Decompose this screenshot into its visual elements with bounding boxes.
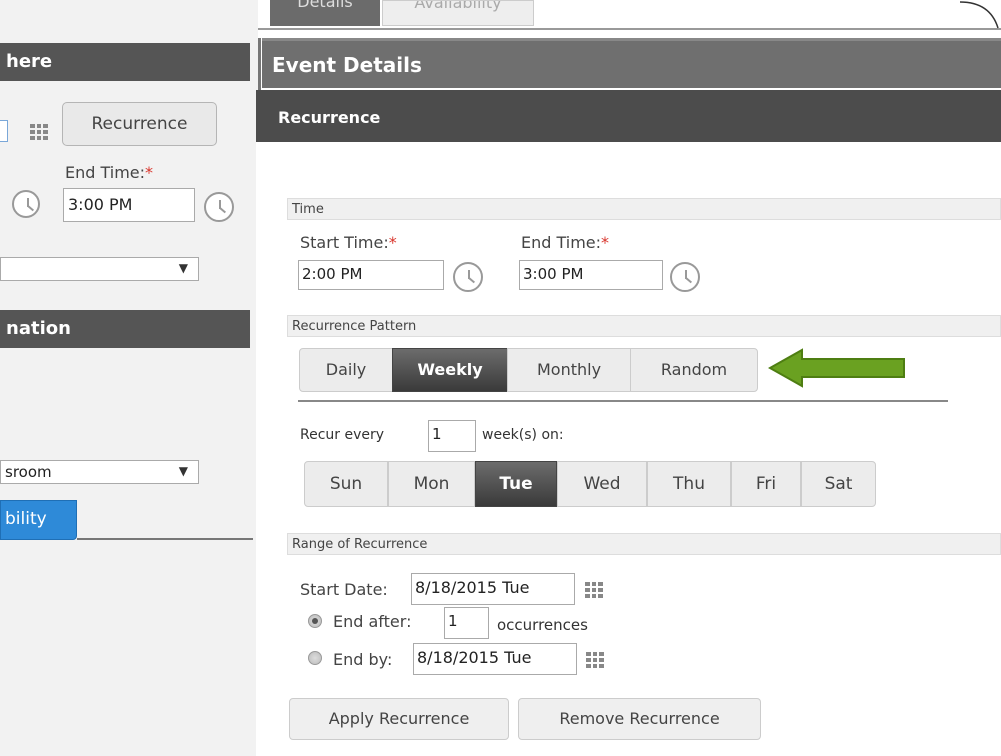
pattern-monthly-button[interactable]: Monthly <box>507 348 631 392</box>
required-mark: * <box>601 233 610 252</box>
remove-recurrence-button[interactable]: Remove Recurrence <box>518 698 761 740</box>
recurrence-button[interactable]: Recurrence <box>62 102 217 146</box>
end-after-input[interactable]: 1 <box>444 607 489 639</box>
day-tue-button[interactable]: Tue <box>475 461 557 507</box>
divider <box>77 538 253 540</box>
dropdown-arrow-icon: ▼ <box>178 464 188 478</box>
recur-every-input[interactable]: 1 <box>428 420 476 452</box>
occurrences-label: occurrences <box>497 616 588 634</box>
day-mon-button[interactable]: Mon <box>388 461 475 507</box>
window-corner <box>960 1 999 29</box>
event-details-header: Event Details <box>262 38 1001 88</box>
clock-icon[interactable] <box>204 192 234 222</box>
time-section-header: Time <box>287 198 1001 220</box>
apply-recurrence-button[interactable]: Apply Recurrence <box>289 698 509 740</box>
end-time-input[interactable]: 3:00 PM <box>519 260 663 290</box>
start-date-input[interactable]: 8/18/2015 Tue <box>411 573 575 605</box>
availability-tab[interactable]: bility <box>0 500 77 540</box>
clock-icon[interactable] <box>670 262 700 292</box>
recur-every-label: Recur every <box>300 427 385 443</box>
end-after-label: End after: <box>333 612 412 631</box>
room-select-value: sroom <box>5 463 52 481</box>
start-time-label: Start Time:* <box>300 233 397 252</box>
end-by-label: End by: <box>333 650 393 669</box>
end-time-label: End Time:* <box>521 233 609 252</box>
pattern-random-button[interactable]: Random <box>630 348 758 392</box>
clock-icon[interactable] <box>12 190 40 218</box>
end-time-label-text: End Time: <box>65 163 146 182</box>
calendar-icon[interactable] <box>30 124 48 140</box>
clock-icon[interactable] <box>453 262 483 292</box>
recurrence-dialog-title: Recurrence <box>256 90 1001 142</box>
start-time-input[interactable]: 2:00 PM <box>298 260 444 290</box>
day-fri-button[interactable]: Fri <box>731 461 801 507</box>
range-of-recurrence-header: Range of Recurrence <box>287 533 1001 555</box>
recurrence-pattern-header: Recurrence Pattern <box>287 315 1001 337</box>
end-time-input[interactable]: 3:00 PM <box>63 188 195 222</box>
divider <box>258 28 1001 30</box>
information-section-header: nation <box>0 310 250 348</box>
end-by-input[interactable]: 8/18/2015 Tue <box>413 643 577 675</box>
day-sat-button[interactable]: Sat <box>801 461 876 507</box>
required-mark: * <box>388 233 397 252</box>
pattern-weekly-button[interactable]: Weekly <box>392 348 508 392</box>
dropdown-arrow-icon: ▼ <box>178 261 188 275</box>
calendar-icon[interactable] <box>585 582 603 598</box>
day-sun-button[interactable]: Sun <box>304 461 388 507</box>
start-time-label-text: Start Time: <box>300 233 389 252</box>
tab-details[interactable]: Details <box>270 0 380 26</box>
where-section-header: here <box>0 43 250 81</box>
tab-availability[interactable]: Availability <box>382 0 534 26</box>
left-arrow-icon <box>768 348 905 388</box>
left-select[interactable]: ▼ <box>0 257 199 281</box>
end-time-label: End Time:* <box>65 163 153 182</box>
end-by-radio[interactable] <box>308 651 322 665</box>
day-thu-button[interactable]: Thu <box>647 461 731 507</box>
divider <box>298 400 948 402</box>
required-mark: * <box>145 163 154 182</box>
start-date-label: Start Date: <box>300 580 388 599</box>
pattern-daily-button[interactable]: Daily <box>299 348 393 392</box>
date-input-stub[interactable] <box>0 120 8 142</box>
recur-suffix-label: week(s) on: <box>482 427 564 443</box>
room-select[interactable]: sroom ▼ <box>0 460 199 484</box>
end-time-label-text: End Time: <box>521 233 602 252</box>
day-wed-button[interactable]: Wed <box>557 461 647 507</box>
calendar-icon[interactable] <box>586 652 604 668</box>
divider <box>258 38 261 90</box>
end-after-radio[interactable] <box>308 614 322 628</box>
